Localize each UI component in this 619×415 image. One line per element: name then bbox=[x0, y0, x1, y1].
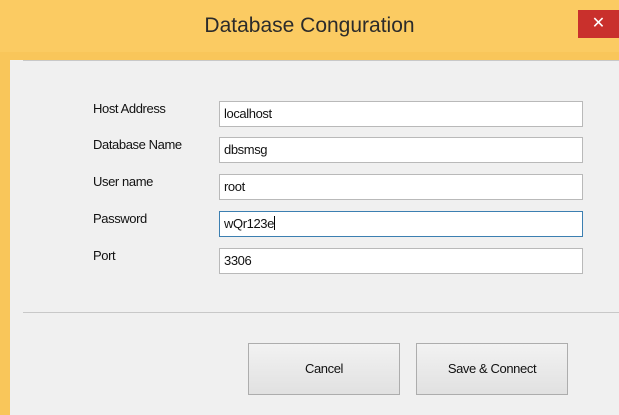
password-value: wQr123e bbox=[224, 216, 274, 231]
save-and-connect-button[interactable]: Save & Connect bbox=[416, 343, 568, 395]
host-address-field[interactable]: localhost bbox=[219, 101, 583, 127]
connection-settings-panel: Host Address localhost Database Name dbs… bbox=[23, 60, 619, 313]
database-configuration-window: Database Conguration ✕ Host Address loca… bbox=[0, 0, 619, 415]
port-label: Port bbox=[93, 248, 116, 263]
database-name-field[interactable]: dbsmsg bbox=[219, 137, 583, 163]
password-label: Password bbox=[93, 211, 147, 226]
host-address-label: Host Address bbox=[93, 101, 166, 116]
title-bar[interactable]: Database Conguration ✕ bbox=[0, 0, 619, 52]
close-button[interactable]: ✕ bbox=[578, 10, 619, 38]
port-field[interactable]: 3306 bbox=[219, 248, 583, 274]
window-title: Database Conguration bbox=[204, 14, 415, 37]
password-field[interactable]: wQr123e bbox=[219, 211, 583, 237]
cancel-button[interactable]: Cancel bbox=[248, 343, 400, 395]
close-icon: ✕ bbox=[591, 15, 606, 32]
user-name-field[interactable]: root bbox=[219, 174, 583, 200]
dialog-body: Host Address localhost Database Name dbs… bbox=[10, 60, 619, 415]
database-name-label: Database Name bbox=[93, 137, 182, 152]
user-name-label: User name bbox=[93, 174, 153, 189]
text-caret bbox=[273, 216, 275, 230]
